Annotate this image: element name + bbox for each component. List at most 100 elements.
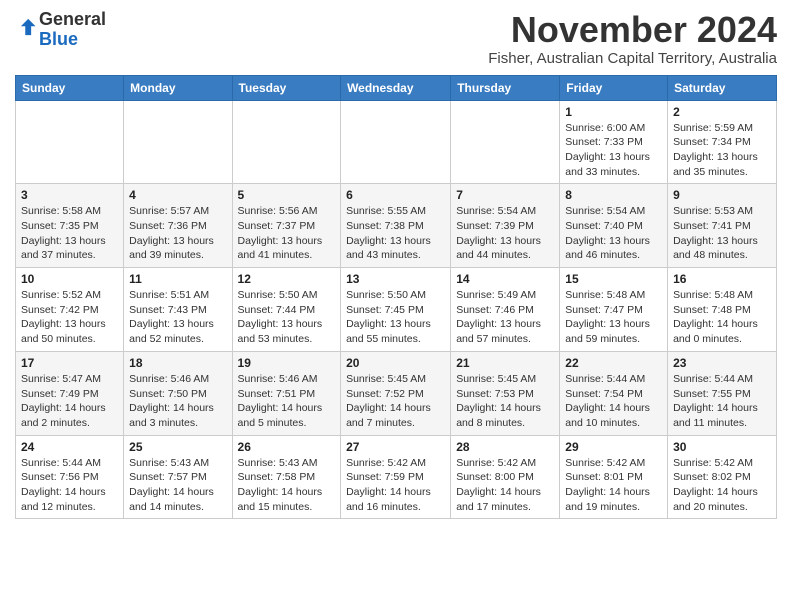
title-block: November 2024 Fisher, Australian Capital… bbox=[488, 10, 777, 67]
page-header: General Blue November 2024 Fisher, Austr… bbox=[15, 10, 777, 67]
calendar-week: 17Sunrise: 5:47 AM Sunset: 7:49 PM Dayli… bbox=[16, 351, 777, 435]
day-number: 21 bbox=[456, 356, 554, 370]
day-info: Sunrise: 5:54 AM Sunset: 7:39 PM Dayligh… bbox=[456, 204, 554, 263]
day-number: 6 bbox=[346, 188, 445, 202]
day-number: 30 bbox=[673, 440, 771, 454]
day-info: Sunrise: 5:42 AM Sunset: 8:00 PM Dayligh… bbox=[456, 456, 554, 515]
calendar-cell: 8 Sunrise: 5:54 AM Sunset: 7:40 PM Daylig… bbox=[560, 184, 668, 268]
day-info: Sunrise: 5:48 AM Sunset: 7:47 PM Dayligh… bbox=[565, 288, 662, 347]
calendar-cell: 16Sunrise: 5:48 AM Sunset: 7:48 PM Dayli… bbox=[668, 268, 777, 352]
calendar-cell bbox=[341, 100, 451, 184]
day-info: Sunrise: 5:42 AM Sunset: 7:59 PM Dayligh… bbox=[346, 456, 445, 515]
day-number: 12 bbox=[238, 272, 336, 286]
month-title: November 2024 bbox=[488, 10, 777, 50]
day-number: 2 bbox=[673, 105, 771, 119]
day-info: Sunrise: 5:46 AM Sunset: 7:50 PM Dayligh… bbox=[129, 372, 226, 431]
logo: General Blue bbox=[15, 10, 106, 50]
day-info: Sunrise: 5:46 AM Sunset: 7:51 PM Dayligh… bbox=[238, 372, 336, 431]
day-number: 23 bbox=[673, 356, 771, 370]
day-of-week-header: Saturday bbox=[668, 75, 777, 100]
day-of-week-header: Monday bbox=[124, 75, 232, 100]
day-number: 10 bbox=[21, 272, 118, 286]
day-info: Sunrise: 5:45 AM Sunset: 7:52 PM Dayligh… bbox=[346, 372, 445, 431]
day-info: Sunrise: 5:59 AM Sunset: 7:34 PM Dayligh… bbox=[673, 121, 771, 180]
day-number: 5 bbox=[238, 188, 336, 202]
calendar-table: SundayMondayTuesdayWednesdayThursdayFrid… bbox=[15, 75, 777, 520]
calendar-cell bbox=[451, 100, 560, 184]
day-info: Sunrise: 5:55 AM Sunset: 7:38 PM Dayligh… bbox=[346, 204, 445, 263]
day-info: Sunrise: 5:42 AM Sunset: 8:02 PM Dayligh… bbox=[673, 456, 771, 515]
day-info: Sunrise: 5:50 AM Sunset: 7:44 PM Dayligh… bbox=[238, 288, 336, 347]
calendar-body: 1Sunrise: 6:00 AM Sunset: 7:33 PM Daylig… bbox=[16, 100, 777, 519]
day-number: 9 bbox=[673, 188, 771, 202]
day-info: Sunrise: 5:44 AM Sunset: 7:56 PM Dayligh… bbox=[21, 456, 118, 515]
calendar-cell: 3 Sunrise: 5:58 AM Sunset: 7:35 PM Daylig… bbox=[16, 184, 124, 268]
day-number: 16 bbox=[673, 272, 771, 286]
day-info: Sunrise: 5:45 AM Sunset: 7:53 PM Dayligh… bbox=[456, 372, 554, 431]
calendar-cell: 13 Sunrise: 5:50 AM Sunset: 7:45 PM Dayli… bbox=[341, 268, 451, 352]
calendar-cell: 22Sunrise: 5:44 AM Sunset: 7:54 PM Dayli… bbox=[560, 351, 668, 435]
calendar-cell: 25Sunrise: 5:43 AM Sunset: 7:57 PM Dayli… bbox=[124, 435, 232, 519]
calendar-cell bbox=[124, 100, 232, 184]
calendar-cell: 2 Sunrise: 5:59 AM Sunset: 7:34 PM Daylig… bbox=[668, 100, 777, 184]
calendar-cell: 5 Sunrise: 5:56 AM Sunset: 7:37 PM Daylig… bbox=[232, 184, 341, 268]
day-number: 18 bbox=[129, 356, 226, 370]
day-number: 20 bbox=[346, 356, 445, 370]
day-number: 13 bbox=[346, 272, 445, 286]
calendar-week: 3 Sunrise: 5:58 AM Sunset: 7:35 PM Daylig… bbox=[16, 184, 777, 268]
day-number: 28 bbox=[456, 440, 554, 454]
calendar-cell: 23 Sunrise: 5:44 AM Sunset: 7:55 PM Dayli… bbox=[668, 351, 777, 435]
day-info: Sunrise: 5:42 AM Sunset: 8:01 PM Dayligh… bbox=[565, 456, 662, 515]
day-number: 26 bbox=[238, 440, 336, 454]
day-info: Sunrise: 6:00 AM Sunset: 7:33 PM Dayligh… bbox=[565, 121, 662, 180]
calendar-week: 24 Sunrise: 5:44 AM Sunset: 7:56 PM Dayli… bbox=[16, 435, 777, 519]
day-number: 7 bbox=[456, 188, 554, 202]
calendar-cell: 27 Sunrise: 5:42 AM Sunset: 7:59 PM Dayli… bbox=[341, 435, 451, 519]
calendar-cell: 6 Sunrise: 5:55 AM Sunset: 7:38 PM Daylig… bbox=[341, 184, 451, 268]
location: Fisher, Australian Capital Territory, Au… bbox=[488, 50, 777, 67]
day-number: 25 bbox=[129, 440, 226, 454]
calendar-cell: 9 Sunrise: 5:53 AM Sunset: 7:41 PM Daylig… bbox=[668, 184, 777, 268]
day-number: 15 bbox=[565, 272, 662, 286]
calendar-cell: 26Sunrise: 5:43 AM Sunset: 7:58 PM Dayli… bbox=[232, 435, 341, 519]
day-info: Sunrise: 5:56 AM Sunset: 7:37 PM Dayligh… bbox=[238, 204, 336, 263]
calendar-cell: 18 Sunrise: 5:46 AM Sunset: 7:50 PM Dayli… bbox=[124, 351, 232, 435]
calendar-cell: 30 Sunrise: 5:42 AM Sunset: 8:02 PM Dayli… bbox=[668, 435, 777, 519]
calendar-cell: 21 Sunrise: 5:45 AM Sunset: 7:53 PM Dayli… bbox=[451, 351, 560, 435]
day-info: Sunrise: 5:47 AM Sunset: 7:49 PM Dayligh… bbox=[21, 372, 118, 431]
day-info: Sunrise: 5:44 AM Sunset: 7:55 PM Dayligh… bbox=[673, 372, 771, 431]
calendar-cell: 17Sunrise: 5:47 AM Sunset: 7:49 PM Dayli… bbox=[16, 351, 124, 435]
day-number: 4 bbox=[129, 188, 226, 202]
day-number: 27 bbox=[346, 440, 445, 454]
day-of-week-header: Sunday bbox=[16, 75, 124, 100]
calendar-header: SundayMondayTuesdayWednesdayThursdayFrid… bbox=[16, 75, 777, 100]
calendar-cell: 29Sunrise: 5:42 AM Sunset: 8:01 PM Dayli… bbox=[560, 435, 668, 519]
day-of-week-header: Friday bbox=[560, 75, 668, 100]
calendar-cell: 24 Sunrise: 5:44 AM Sunset: 7:56 PM Dayli… bbox=[16, 435, 124, 519]
calendar-cell: 10Sunrise: 5:52 AM Sunset: 7:42 PM Dayli… bbox=[16, 268, 124, 352]
day-number: 3 bbox=[21, 188, 118, 202]
day-number: 19 bbox=[238, 356, 336, 370]
day-info: Sunrise: 5:54 AM Sunset: 7:40 PM Dayligh… bbox=[565, 204, 662, 263]
calendar-cell bbox=[232, 100, 341, 184]
day-info: Sunrise: 5:50 AM Sunset: 7:45 PM Dayligh… bbox=[346, 288, 445, 347]
calendar-cell: 11Sunrise: 5:51 AM Sunset: 7:43 PM Dayli… bbox=[124, 268, 232, 352]
day-number: 8 bbox=[565, 188, 662, 202]
day-info: Sunrise: 5:53 AM Sunset: 7:41 PM Dayligh… bbox=[673, 204, 771, 263]
day-info: Sunrise: 5:49 AM Sunset: 7:46 PM Dayligh… bbox=[456, 288, 554, 347]
day-number: 22 bbox=[565, 356, 662, 370]
day-of-week-header: Wednesday bbox=[341, 75, 451, 100]
day-info: Sunrise: 5:51 AM Sunset: 7:43 PM Dayligh… bbox=[129, 288, 226, 347]
day-of-week-header: Thursday bbox=[451, 75, 560, 100]
logo-icon bbox=[15, 16, 37, 38]
logo-general: General bbox=[39, 9, 106, 29]
day-number: 24 bbox=[21, 440, 118, 454]
calendar-cell: 28 Sunrise: 5:42 AM Sunset: 8:00 PM Dayli… bbox=[451, 435, 560, 519]
calendar-cell: 19 Sunrise: 5:46 AM Sunset: 7:51 PM Dayli… bbox=[232, 351, 341, 435]
calendar-cell: 20 Sunrise: 5:45 AM Sunset: 7:52 PM Dayli… bbox=[341, 351, 451, 435]
calendar-week: 10Sunrise: 5:52 AM Sunset: 7:42 PM Dayli… bbox=[16, 268, 777, 352]
day-info: Sunrise: 5:58 AM Sunset: 7:35 PM Dayligh… bbox=[21, 204, 118, 263]
day-number: 14 bbox=[456, 272, 554, 286]
calendar-cell bbox=[16, 100, 124, 184]
calendar-cell: 7 Sunrise: 5:54 AM Sunset: 7:39 PM Daylig… bbox=[451, 184, 560, 268]
